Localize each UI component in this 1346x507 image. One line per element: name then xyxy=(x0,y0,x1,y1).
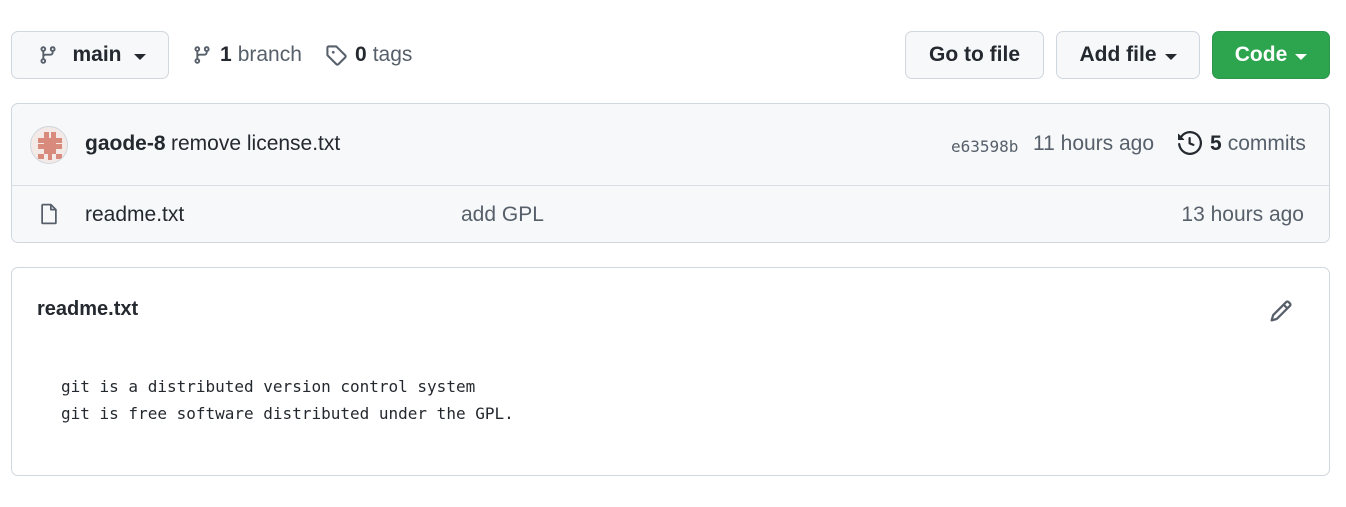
add-file-label: Add file xyxy=(1079,43,1157,66)
commit-message-link[interactable]: remove license.txt xyxy=(171,132,340,156)
commits-count: 5 xyxy=(1210,132,1222,155)
readme-content: git is a distributed version control sys… xyxy=(61,373,514,427)
avatar[interactable] xyxy=(30,126,68,164)
pencil-icon[interactable] xyxy=(1268,298,1294,324)
file-row: readme.txt add GPL 13 hours ago xyxy=(12,186,1329,242)
readme-title-link[interactable]: readme.txt xyxy=(37,298,138,321)
file-icon xyxy=(39,202,59,226)
branches-link[interactable]: 1 branch xyxy=(192,31,302,79)
branch-select-button[interactable]: main xyxy=(11,31,169,79)
file-browser: gaode-8 remove license.txt e63598b 11 ho… xyxy=(11,103,1330,243)
commits-history-link[interactable]: 5 commits xyxy=(1178,131,1306,156)
caret-down-icon xyxy=(1164,53,1177,60)
readme-line: git is a distributed version control sys… xyxy=(61,377,476,396)
git-branch-icon xyxy=(38,45,58,65)
caret-down-icon xyxy=(1295,53,1308,60)
readme-panel: readme.txt git is a distributed version … xyxy=(11,267,1330,476)
file-commit-message-link[interactable]: add GPL xyxy=(461,203,544,227)
history-icon xyxy=(1178,131,1202,155)
tag-icon xyxy=(325,44,347,66)
add-file-button[interactable]: Add file xyxy=(1056,31,1200,79)
code-button[interactable]: Code xyxy=(1212,31,1330,79)
go-to-file-button[interactable]: Go to file xyxy=(905,31,1044,79)
identicon-avatar xyxy=(38,132,62,160)
tags-label: tags xyxy=(372,43,413,66)
latest-commit-bar: gaode-8 remove license.txt e63598b 11 ho… xyxy=(12,104,1329,186)
branches-count: 1 xyxy=(220,43,232,66)
branch-name: main xyxy=(72,43,122,66)
repo-toolbar: main 1 branch 0 tags Go to file Add file… xyxy=(11,31,1330,79)
file-commit-time: 13 hours ago xyxy=(1181,203,1304,226)
branches-label: branch xyxy=(237,43,302,66)
tags-count: 0 xyxy=(355,43,367,66)
commit-time: 11 hours ago xyxy=(1033,132,1155,155)
tags-link[interactable]: 0 tags xyxy=(325,31,412,79)
file-name-link[interactable]: readme.txt xyxy=(85,203,184,227)
commit-author-link[interactable]: gaode-8 xyxy=(85,132,166,156)
caret-down-icon xyxy=(133,53,146,60)
git-branch-icon xyxy=(192,45,212,65)
code-label: Code xyxy=(1234,43,1288,66)
readme-line: git is free software distributed under t… xyxy=(61,404,514,423)
commit-sha-link[interactable]: e63598b xyxy=(951,137,1018,156)
commits-label: commits xyxy=(1227,132,1306,155)
